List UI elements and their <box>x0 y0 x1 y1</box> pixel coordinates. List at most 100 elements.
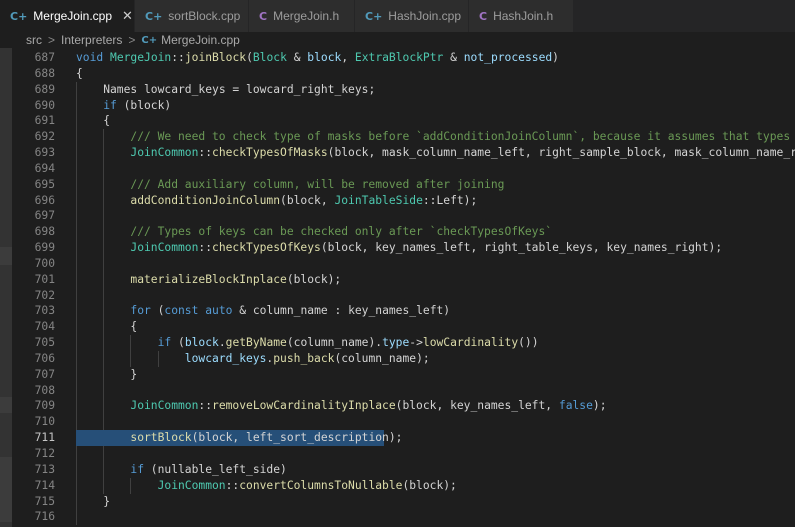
tab-sortblock-cpp[interactable]: C+ sortBlock.cpp <box>135 0 249 32</box>
code-line[interactable]: 690 if (block) <box>12 97 795 114</box>
code-token: joinBlock <box>184 51 247 64</box>
code-token: :: <box>198 241 213 255</box>
indent-guide <box>103 192 105 209</box>
code-token: checkTypesOfMasks <box>212 146 328 160</box>
line-number: 701 <box>34 272 55 286</box>
line-number: 716 <box>34 510 55 524</box>
code-token: (block) <box>116 98 172 112</box>
code-line[interactable]: 695 /// Add auxiliary column, will be rem… <box>12 176 795 193</box>
code-line[interactable]: 714 JoinCommon::convertColumnsToNullable(… <box>12 477 795 494</box>
editor-tab-bar: C+ MergeJoin.cpp ✕ C+ sortBlock.cpp C MergeJoi… <box>0 0 795 32</box>
indent-guide <box>103 366 105 383</box>
code-token: & <box>443 51 464 64</box>
tab-label: MergeJoin.cpp <box>33 9 113 23</box>
indent-guide <box>103 398 105 415</box>
code-token: lowcard_keys <box>184 351 267 365</box>
code-line[interactable]: 694 <box>12 160 795 177</box>
code-line[interactable]: 696 addConditionJoinColumn(block, JoinTab… <box>12 192 795 209</box>
code-line[interactable]: 697 <box>12 208 795 225</box>
indent-guide <box>103 255 105 272</box>
line-number: 691 <box>34 114 55 128</box>
line-number: 688 <box>34 66 55 80</box>
close-icon[interactable]: ✕ <box>122 8 133 24</box>
line-number: 710 <box>34 415 55 429</box>
code-line[interactable]: 711 sortBlock(block, left_sort_descriptio… <box>12 430 795 447</box>
code-line[interactable]: 692 /// We need to check type of masks be… <box>12 129 795 146</box>
code-token: if <box>103 98 117 112</box>
indent-guide <box>76 160 77 177</box>
code-line[interactable]: 691 { <box>12 113 795 130</box>
code-token: checkTypesOfKeys <box>212 241 321 255</box>
code-line[interactable]: 698 /// Types of keys can be checked only… <box>12 224 795 241</box>
line-number: 696 <box>34 193 55 207</box>
line-number: 711 <box>34 431 55 445</box>
tab-mergejoin-cpp[interactable]: C+ MergeJoin.cpp ✕ <box>0 0 135 32</box>
indent-guide <box>103 287 105 304</box>
code-token: push_back <box>273 351 335 365</box>
code-text: { <box>130 319 137 335</box>
code-token: { <box>130 320 138 334</box>
code-token: false <box>558 399 593 413</box>
code-line[interactable]: 713 if (nullable_left_side) <box>12 461 795 478</box>
tab-mergejoin-h[interactable]: C MergeJoin.h <box>249 0 355 32</box>
code-line[interactable]: 703 for (const auto & column_name : key_n… <box>12 303 795 320</box>
code-line[interactable]: 687 void MergeJoin::joinBlock(Block & blo… <box>12 50 795 66</box>
breadcrumb-item-interpreters[interactable]: Interpreters <box>61 33 122 47</box>
indent-guide <box>103 319 105 336</box>
code-text: if (block) <box>103 98 171 114</box>
indent-guide <box>130 335 132 352</box>
code-line[interactable]: 704 { <box>12 319 795 336</box>
code-line[interactable]: 705 if (block.getByName(column_name).type… <box>12 335 795 352</box>
code-line[interactable]: 715} <box>12 493 795 510</box>
indent-guide <box>103 350 105 367</box>
line-number: 704 <box>34 320 55 334</box>
code-line[interactable]: 701 materializeBlockInplace(block); <box>12 271 795 288</box>
code-token: ( <box>246 51 253 64</box>
indent-guide <box>76 382 77 399</box>
code-line[interactable]: 688 { <box>12 66 795 82</box>
line-number: 700 <box>34 256 55 270</box>
code-line[interactable]: 693 JoinCommon::checkTypesOfMasks(block, … <box>12 145 795 162</box>
line-number: 698 <box>34 225 55 239</box>
code-line[interactable]: 710 <box>12 414 795 431</box>
tab-label: HashJoin.cpp <box>388 9 462 23</box>
code-line[interactable]: 716 <box>12 509 795 526</box>
code-text: /// We need to check type of masks befor… <box>130 129 795 145</box>
code-text: { <box>76 66 83 82</box>
breadcrumb-item-src[interactable]: src <box>26 33 42 47</box>
indent-guide <box>76 446 77 462</box>
code-token: :: <box>225 478 240 492</box>
code-token: :: <box>171 51 185 64</box>
tab-hashjoin-cpp[interactable]: C+ HashJoin.cpp <box>355 0 469 32</box>
code-token: ExtraBlockPtr <box>354 51 444 64</box>
code-line[interactable]: 712 <box>12 446 795 462</box>
code-token: , <box>341 51 355 64</box>
indent-guide <box>76 509 77 526</box>
breadcrumb-item-file[interactable]: MergeJoin.cpp <box>161 33 240 47</box>
indent-guide <box>76 461 77 478</box>
code-text: materializeBlockInplace(block); <box>130 272 341 288</box>
tab-hashjoin-h[interactable]: C HashJoin.h <box>469 0 574 32</box>
code-line[interactable]: 706 lowcard_keys.push_back(column_name); <box>12 350 795 367</box>
indent-guide <box>76 493 77 510</box>
chevron-right-icon: > <box>128 33 136 47</box>
code-line[interactable]: 702 <box>12 287 795 304</box>
code-line[interactable]: 708 <box>12 382 795 399</box>
code-token: type <box>382 336 410 350</box>
code-line[interactable]: 699 JoinCommon::checkTypesOfKeys(block, k… <box>12 240 795 257</box>
gutter-marker <box>0 247 12 265</box>
code-line[interactable]: 700 <box>12 255 795 272</box>
code-token: ( <box>171 336 185 350</box>
indent-guide <box>76 176 77 193</box>
code-editor[interactable]: 687 void MergeJoin::joinBlock(Block & blo… <box>12 48 795 527</box>
indent-guide <box>76 145 77 162</box>
code-line[interactable]: 707} <box>12 366 795 383</box>
indent-guide <box>76 255 77 272</box>
code-line[interactable]: 689 Names lowcard_keys = lowcard_right_ke… <box>12 81 795 98</box>
indent-guide <box>76 335 77 352</box>
code-line[interactable]: 709 JoinCommon::removeLowCardinalityInpla… <box>12 398 795 415</box>
cpp-file-icon: C+ <box>141 34 158 46</box>
code-token: (block, key_names_left, <box>395 399 559 413</box>
line-number: 709 <box>34 399 55 413</box>
chevron-right-icon: > <box>48 33 56 47</box>
